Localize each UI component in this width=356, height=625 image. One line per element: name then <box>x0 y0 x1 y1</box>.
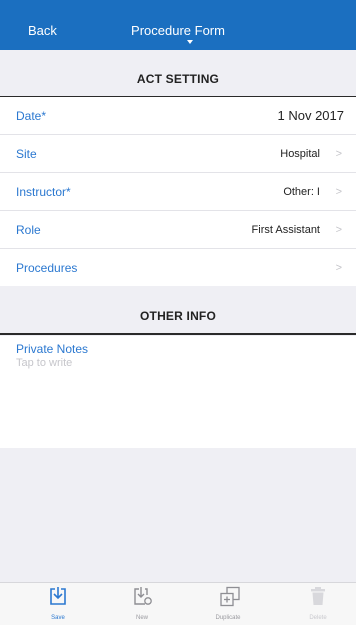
section-header-other-info: OTHER INFO <box>0 298 356 334</box>
chevron-right-icon: > <box>335 223 342 236</box>
caret-down-icon <box>187 40 193 44</box>
private-notes-label: Private Notes <box>16 342 89 356</box>
instructor-row[interactable]: Instructor* Other: I > <box>0 173 356 211</box>
role-row[interactable]: Role First Assistant > <box>0 211 356 249</box>
page-title: Procedure Form <box>131 23 225 38</box>
new-button[interactable]: New <box>112 583 172 625</box>
duplicate-button[interactable]: Duplicate <box>198 583 258 625</box>
delete-button[interactable]: Delete <box>288 583 348 625</box>
site-label: Site <box>16 146 37 161</box>
new-label: New <box>135 615 148 621</box>
chevron-right-icon: > <box>335 185 342 198</box>
instructor-label: Instructor* <box>16 184 71 199</box>
date-value: 1 Nov 2017 <box>277 108 345 123</box>
role-label: Role <box>16 222 41 237</box>
form-rows: Date* 1 Nov 2017 Site Hospital > Instruc… <box>0 97 356 286</box>
chevron-right-icon: > <box>335 261 342 274</box>
procedures-label: Procedures <box>16 260 78 275</box>
toolbar: Save New Duplicate Delete <box>0 582 356 625</box>
nav-bar: Back Procedure Form <box>0 0 356 50</box>
private-notes-placeholder: Tap to write <box>16 357 73 369</box>
section-divider <box>0 333 356 335</box>
date-row[interactable]: Date* 1 Nov 2017 <box>0 97 356 135</box>
save-label: Save <box>51 615 65 621</box>
duplicate-icon <box>220 586 240 607</box>
delete-label: Delete <box>309 615 327 621</box>
date-label: Date* <box>16 108 47 123</box>
role-value: First Assistant <box>251 223 320 236</box>
site-row[interactable]: Site Hospital > <box>0 135 356 173</box>
duplicate-label: Duplicate <box>215 615 241 621</box>
procedures-row[interactable]: Procedures > <box>0 249 356 286</box>
save-button[interactable]: Save <box>28 583 88 625</box>
private-notes-field[interactable]: Private Notes Tap to write <box>0 336 356 448</box>
trash-icon <box>311 587 325 605</box>
new-icon <box>134 587 152 605</box>
instructor-value: Other: I <box>283 185 320 198</box>
chevron-right-icon: > <box>335 147 342 160</box>
section-header-act-setting: ACT SETTING <box>0 61 356 97</box>
save-icon <box>50 587 66 605</box>
site-value: Hospital <box>280 147 320 160</box>
